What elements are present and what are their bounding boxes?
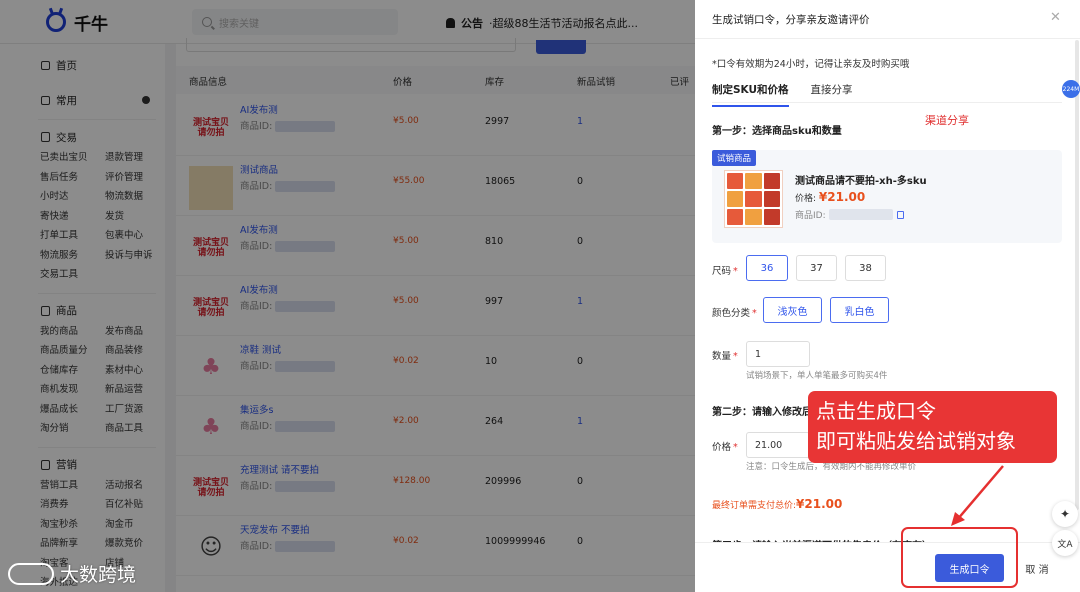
- cancel-button[interactable]: 取 消: [1016, 554, 1058, 582]
- modal-backdrop[interactable]: [0, 0, 695, 592]
- validity-note: *口令有效期为24小时，记得让亲友及时购买哦: [712, 59, 910, 70]
- ai-sparkle-icon[interactable]: ✦: [1052, 501, 1078, 527]
- drawer-title: 生成试销口令，分享亲友邀请评价: [712, 14, 870, 26]
- color-label: 颜色分类 *: [712, 308, 757, 319]
- close-icon[interactable]: ✕: [1050, 10, 1061, 25]
- channel-share-annotation: 渠道分享: [925, 114, 969, 127]
- drawer-tabs: 制定SKU和价格 直接分享: [712, 82, 875, 107]
- tab-sku-price[interactable]: 制定SKU和价格: [712, 82, 789, 107]
- step-one-title: 第一步：选择商品sku和数量: [712, 126, 842, 137]
- size-label: 尺码 *: [712, 266, 738, 277]
- annotation-arrow: [951, 465, 1004, 526]
- quantity-hint: 试销场景下，单人单笔最多可购买4件: [746, 371, 888, 381]
- divider: [712, 102, 1062, 103]
- quantity-input[interactable]: 1: [746, 341, 810, 367]
- price-label: 价格 *: [712, 442, 738, 453]
- product-image: [724, 170, 783, 228]
- translate-icon[interactable]: 文A: [1052, 530, 1078, 556]
- divider: [695, 38, 1080, 39]
- step-two-title: 第二步：请输入修改后: [712, 407, 812, 418]
- price-input[interactable]: 21.00: [746, 432, 810, 458]
- color-option-milk-white[interactable]: 乳白色: [830, 297, 889, 323]
- trial-product-tag: 试销商品: [712, 150, 757, 166]
- size-option-38[interactable]: 38: [845, 255, 886, 281]
- tab-direct-share[interactable]: 直接分享: [811, 82, 853, 107]
- product-name: 测试商品请不要拍-xh-多sku: [795, 176, 927, 187]
- highlight-frame: [901, 527, 1018, 588]
- watermark-logo-icon: [8, 562, 54, 585]
- watermark: 大数跨境: [8, 560, 136, 587]
- size-option-37[interactable]: 37: [796, 255, 837, 281]
- copy-icon[interactable]: [896, 210, 904, 219]
- callout-line-2: 即可粘贴发给试销对象: [816, 429, 1016, 453]
- callout-line-1: 点击生成口令: [816, 399, 936, 423]
- scrollbar[interactable]: [1075, 40, 1079, 510]
- quantity-label: 数量 *: [712, 351, 738, 362]
- memory-badge[interactable]: 224M: [1062, 80, 1080, 98]
- product-price: 价格: ¥21.00: [795, 190, 866, 204]
- size-option-36[interactable]: 36: [746, 255, 788, 281]
- watermark-text: 大数跨境: [60, 564, 137, 586]
- product-id: 商品ID:: [795, 208, 904, 221]
- drawer-footer: 生成口令 取 消: [695, 542, 1080, 592]
- trial-product-card: 试销商品 测试商品请不要拍-xh-多sku 价格: ¥21.00 商品ID:: [712, 150, 1062, 243]
- color-option-light-gray[interactable]: 浅灰色: [763, 297, 822, 323]
- instruction-callout: 点击生成口令 即可粘贴发给试销对象: [808, 391, 1057, 463]
- total-price: 最终订单需支付总价:¥21.00: [712, 497, 843, 511]
